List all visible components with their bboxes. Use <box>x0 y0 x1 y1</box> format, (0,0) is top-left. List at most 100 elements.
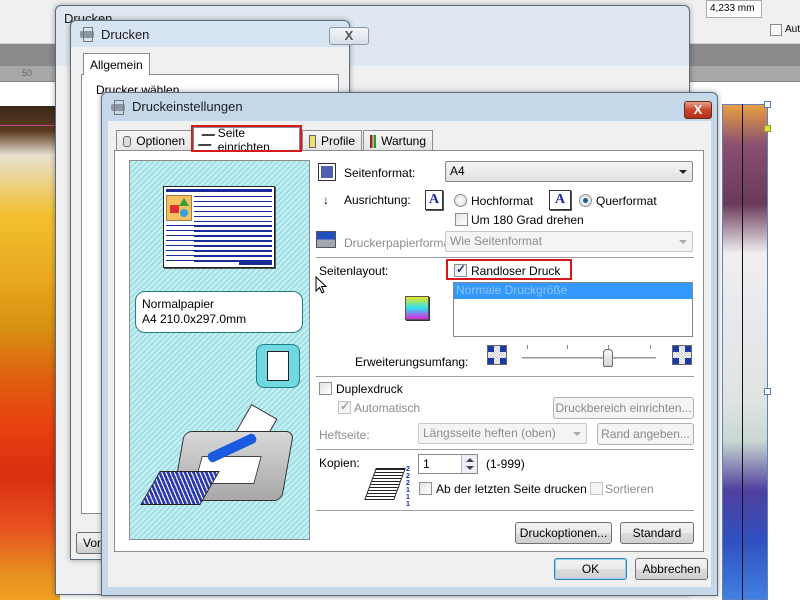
collate-label: Sortieren <box>605 482 654 496</box>
printer-paper-value: Wie Seitenformat <box>450 234 543 248</box>
corner-option-dropdown[interactable] <box>692 22 700 38</box>
binding-dropdown[interactable]: Längsseite heften (oben) <box>418 423 587 444</box>
ok-button[interactable]: OK <box>554 558 627 580</box>
tab-profile-label: Profile <box>320 134 355 148</box>
printer-icon <box>110 99 126 115</box>
slider-tick <box>650 345 651 349</box>
extension-slider-thumb[interactable] <box>603 349 613 367</box>
tab-optionen[interactable]: Optionen <box>116 130 192 151</box>
selection-handle[interactable] <box>764 125 771 132</box>
printer-icon <box>79 27 95 42</box>
auto-duplex-label: Automatisch <box>354 401 421 415</box>
paper-size-text: A4 210.0x297.0mm <box>142 312 247 326</box>
rotate-180-checkbox[interactable] <box>455 213 468 226</box>
printer-illustration <box>140 401 298 521</box>
print-area-button[interactable]: Druckbereich einrichten... <box>553 397 694 419</box>
print-dialog-close-button[interactable]: X <box>329 27 369 45</box>
arrow-down-icon: ↓ <box>323 193 329 207</box>
separator <box>316 510 694 511</box>
tab-wartung-label: Wartung <box>381 134 426 148</box>
margin-button[interactable]: Rand angeben... <box>597 423 694 445</box>
measure-field[interactable]: 4,233 mm <box>706 0 762 18</box>
tab-optionen-label: Optionen <box>136 134 185 148</box>
portrait-label: Hochformat <box>471 194 534 208</box>
tab-allgemein-label: Allgemein <box>90 57 143 72</box>
settings-dialog-titlebar: Druckeinstellungen <box>102 93 717 119</box>
borderless-checkbox[interactable] <box>454 262 467 277</box>
landscape-label: Querformat <box>596 194 657 208</box>
paper-orientation-button[interactable] <box>256 344 300 388</box>
copies-value: 1 <box>423 457 430 471</box>
tab-wartung[interactable]: Wartung <box>363 130 433 151</box>
tab-allgemein[interactable]: Allgemein <box>83 53 150 75</box>
tab-profile[interactable]: Profile <box>302 130 362 151</box>
auto-checkbox[interactable] <box>770 24 782 36</box>
chevron-down-icon <box>573 432 581 436</box>
maintenance-icon <box>370 134 377 148</box>
reverse-order-label: Ab der letzten Seite drucken <box>436 482 587 496</box>
separator <box>316 449 694 450</box>
tab-seite-einrichten[interactable]: Seite einrichten <box>193 125 300 154</box>
tab-seite-einrichten-label: Seite einrichten <box>217 125 270 154</box>
cancel-button[interactable]: Abbrechen <box>635 558 708 580</box>
print-dialog-titlebar: Drucken <box>71 21 349 47</box>
binding-value: Längsseite heften (oben) <box>423 426 556 440</box>
color-gradient-icon <box>405 296 429 320</box>
copies-range: (1-999) <box>486 457 525 471</box>
reverse-order-checkbox[interactable] <box>419 482 432 495</box>
shrink-icon <box>487 345 507 365</box>
layout-listbox[interactable]: Normale Druckgröße <box>453 282 693 337</box>
copies-spinner[interactable]: 1 <box>418 454 478 474</box>
print-options-button[interactable]: Druckoptionen... <box>515 522 612 544</box>
copies-label: Kopien: <box>319 456 360 470</box>
chevron-down-icon <box>679 170 687 174</box>
duplex-label: Duplexdruck <box>336 382 403 396</box>
orientation-label: Ausrichtung: <box>344 193 411 207</box>
duplex-checkbox[interactable] <box>319 382 332 395</box>
paper-info-box: Normalpapier A4 210.0x297.0mm <box>135 291 303 333</box>
extension-slider-track[interactable] <box>522 357 656 359</box>
printer-paper-label: Druckerpapierformat: <box>344 236 457 250</box>
guide-line-vertical <box>742 104 743 600</box>
slider-tick <box>567 345 568 349</box>
slider-tick <box>527 345 528 349</box>
mouse-cursor-icon <box>315 276 327 294</box>
page-format-value: A4 <box>450 164 465 178</box>
pages-stack-icon <box>197 133 215 146</box>
selection-handle[interactable] <box>764 101 771 108</box>
print-dialog-title: Drucken <box>101 26 150 42</box>
printer-paper-dropdown[interactable]: Wie Seitenformat <box>445 231 693 252</box>
binding-label: Heftseite: <box>319 428 370 442</box>
selection-handle[interactable] <box>764 388 771 395</box>
image-placeholder-icon <box>166 195 192 221</box>
auto-duplex-checkbox[interactable] <box>338 399 351 414</box>
page-thumbnail <box>163 186 275 268</box>
landscape-icon: A <box>549 190 571 210</box>
settings-dialog-title: Druckeinstellungen <box>132 99 243 114</box>
guide-line <box>0 125 60 126</box>
page-format-label: Seitenformat: <box>344 166 416 180</box>
borderless-label: Randloser Druck <box>471 264 561 278</box>
paper-type-text: Normalpapier <box>142 297 215 311</box>
defaults-button[interactable]: Standard <box>620 522 694 544</box>
document-image-right <box>722 104 768 600</box>
page-layout-label: Seitenlayout: <box>319 264 389 278</box>
settings-dialog-close-button[interactable]: X <box>684 101 712 119</box>
expand-icon <box>672 345 692 365</box>
options-icon <box>123 135 132 147</box>
portrait-radio[interactable] <box>454 194 467 207</box>
page-order-icon: 222111 <box>406 466 410 508</box>
layout-list-item[interactable]: Normale Druckgröße <box>454 283 692 299</box>
page-format-dropdown[interactable]: A4 <box>445 161 693 182</box>
extension-label: Erweiterungsumfang: <box>355 355 469 369</box>
auto-label: Aut <box>785 24 800 35</box>
profile-icon <box>309 134 316 148</box>
spinner-arrows[interactable] <box>461 455 477 473</box>
ruler-mark: 50 <box>22 68 33 78</box>
document-image-left <box>0 106 60 600</box>
rotate-180-label: Um 180 Grad drehen <box>471 213 584 227</box>
collate-checkbox[interactable] <box>590 482 603 495</box>
page-preview: Normalpapier A4 210.0x297.0mm <box>129 160 310 540</box>
page-format-icon <box>318 163 336 181</box>
landscape-radio[interactable] <box>579 194 592 207</box>
